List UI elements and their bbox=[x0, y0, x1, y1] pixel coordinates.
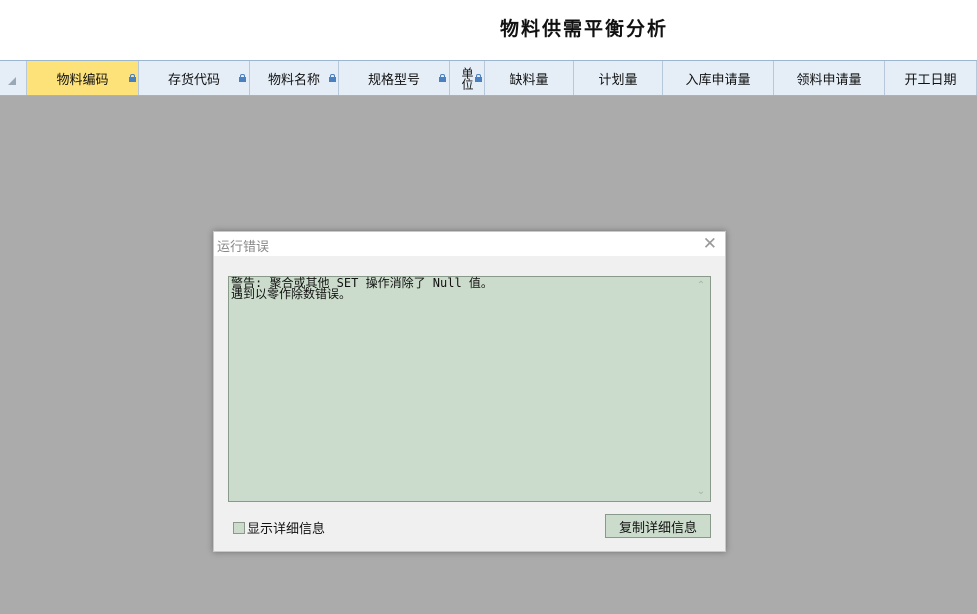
column-header-pick-request-qty[interactable]: 领料申请量 bbox=[774, 61, 885, 95]
column-label: 物料名称 bbox=[267, 72, 320, 88]
column-header-inbound-request-qty[interactable]: 入库申请量 bbox=[663, 61, 774, 95]
column-header-spec-model[interactable]: 规格型号 bbox=[339, 61, 450, 95]
column-label: 领料申请量 bbox=[796, 72, 862, 88]
lock-icon bbox=[329, 74, 336, 82]
select-all-icon bbox=[8, 77, 16, 85]
grid-header: 物料编码 存货代码 物料名称 规格型号 单位 缺料量 计划量 入库申请量 领料申… bbox=[0, 60, 977, 96]
dialog-titlebar[interactable]: 运行错误 ✕ bbox=[214, 232, 725, 256]
show-details-checkbox-group[interactable]: 显示详细信息 bbox=[233, 518, 325, 537]
column-header-plan-qty[interactable]: 计划量 bbox=[574, 61, 663, 95]
column-label: 计划量 bbox=[598, 72, 638, 88]
column-label: 单位 bbox=[460, 67, 474, 89]
column-header-material-code[interactable]: 物料编码 bbox=[27, 61, 139, 95]
show-details-label[interactable]: 显示详细信息 bbox=[247, 518, 325, 537]
vertical-scrollbar[interactable]: ⌃ ⌄ bbox=[694, 279, 708, 499]
lock-icon bbox=[475, 74, 482, 82]
column-header-inventory-code[interactable]: 存货代码 bbox=[139, 61, 250, 95]
close-icon[interactable]: ✕ bbox=[703, 234, 717, 254]
copy-details-button[interactable]: 复制详细信息 bbox=[605, 514, 711, 538]
column-label: 开工日期 bbox=[904, 72, 957, 88]
runtime-error-dialog: 运行错误 ✕ 警告: 聚合或其他 SET 操作消除了 Null 值。 遇到以零作… bbox=[213, 231, 726, 552]
report-title: 物料供需平衡分析 bbox=[500, 18, 669, 40]
lock-icon bbox=[439, 74, 446, 82]
column-label: 规格型号 bbox=[367, 72, 420, 88]
scroll-down-icon[interactable]: ⌄ bbox=[696, 487, 706, 497]
column-header-unit[interactable]: 单位 bbox=[450, 61, 485, 95]
column-label: 存货代码 bbox=[167, 72, 220, 88]
grid-corner[interactable] bbox=[0, 61, 27, 95]
dialog-title: 运行错误 bbox=[217, 240, 270, 255]
column-header-shortage-qty[interactable]: 缺料量 bbox=[485, 61, 574, 95]
column-header-start-date[interactable]: 开工日期 bbox=[885, 61, 977, 95]
column-label: 物料编码 bbox=[56, 72, 109, 88]
error-message-box[interactable]: 警告: 聚合或其他 SET 操作消除了 Null 值。 遇到以零作除数错误。 ⌃… bbox=[228, 276, 711, 502]
column-label: 缺料量 bbox=[509, 72, 549, 88]
lock-icon bbox=[129, 74, 136, 82]
lock-icon bbox=[239, 74, 246, 82]
report-header: 物料供需平衡分析 bbox=[0, 0, 977, 60]
show-details-checkbox[interactable] bbox=[233, 521, 245, 534]
error-message-text: 警告: 聚合或其他 SET 操作消除了 Null 值。 遇到以零作除数错误。 bbox=[231, 276, 493, 301]
column-label: 入库申请量 bbox=[685, 72, 751, 88]
scroll-up-icon[interactable]: ⌃ bbox=[696, 281, 706, 291]
column-header-material-name[interactable]: 物料名称 bbox=[250, 61, 339, 95]
